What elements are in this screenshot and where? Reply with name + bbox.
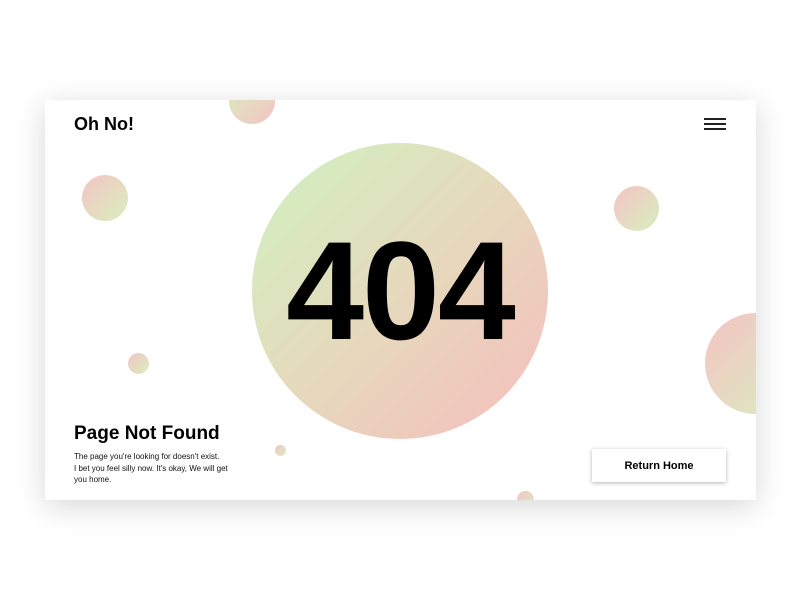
page-background: Oh No! 404 Page Not Found The page you'r… <box>0 0 800 600</box>
error-code: 404 <box>286 212 516 369</box>
error-description: The page you're looking for doesn't exis… <box>74 451 234 486</box>
menu-button[interactable] <box>700 114 730 134</box>
decorative-bubble-bottom <box>517 491 534 500</box>
decorative-bubble-tiny-left <box>128 353 149 374</box>
decorative-bubble-right-edge <box>705 313 756 414</box>
decorative-bubble-right-small <box>614 186 659 231</box>
site-logo[interactable]: Oh No! <box>74 113 134 135</box>
error-description-line-1: The page you're looking for doesn't exis… <box>74 452 220 461</box>
decorative-bubble-top <box>229 100 275 124</box>
decorative-bubble-left <box>82 175 128 221</box>
error-page-card: Oh No! 404 Page Not Found The page you'r… <box>45 100 756 500</box>
return-home-button[interactable]: Return Home <box>592 449 726 482</box>
decorative-bubble-tiny-center <box>275 445 286 456</box>
error-description-line-2: I bet you feel silly now. It's okay, We … <box>74 463 228 485</box>
page-title: Page Not Found <box>74 423 220 444</box>
